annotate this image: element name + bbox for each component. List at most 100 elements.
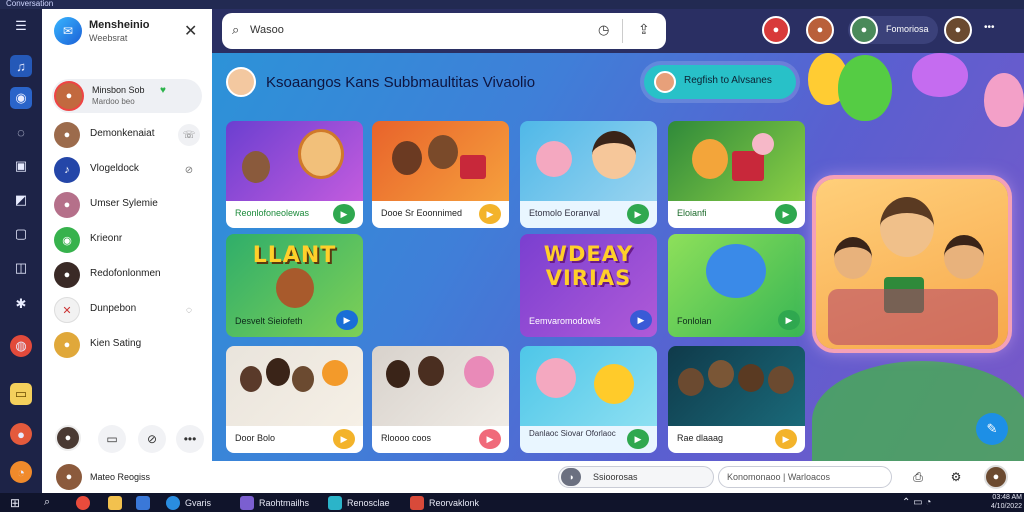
rocket-icon[interactable]: ● <box>10 423 32 445</box>
featured-video[interactable] <box>816 179 1008 349</box>
play-icon[interactable]: ▶ <box>479 204 501 224</box>
video-tile[interactable]: Reonlofoneolewas ▶ <box>226 121 363 228</box>
avatar: ● <box>54 262 80 288</box>
call-icon[interactable]: ☏ <box>178 124 200 146</box>
share-button[interactable]: ✎ <box>976 413 1008 445</box>
video-tile[interactable]: WDEAY VIRIAS Eemvaromodowls ▶ <box>520 234 657 337</box>
play-icon[interactable]: ▶ <box>333 429 355 449</box>
terminal-icon[interactable]: ◩ <box>10 189 32 211</box>
mic-icon[interactable]: ◑ <box>561 468 581 486</box>
video-tile[interactable]: Danlaoc Siovar Oforlaoc ▶ <box>520 346 657 453</box>
taskbar-app[interactable]: Renosclae <box>328 495 390 510</box>
contact-item[interactable]: ◉ Krieonr <box>54 226 204 254</box>
active-contact-name: Minsbon Sob <box>92 85 145 95</box>
avatar[interactable]: ● <box>944 16 972 44</box>
play-icon[interactable]: ▶ <box>627 429 649 449</box>
store-icon[interactable] <box>136 495 155 510</box>
taskbar-app[interactable]: Gvaris <box>166 495 211 510</box>
play-icon[interactable]: ▶ <box>630 310 652 330</box>
avatar[interactable]: ● <box>806 16 834 44</box>
play-icon[interactable]: ▶ <box>627 204 649 224</box>
app-icon-2[interactable]: ◉ <box>10 87 32 109</box>
tile-art <box>668 121 805 203</box>
person <box>418 356 444 386</box>
gear-icon[interactable]: ✱ <box>10 293 32 315</box>
register-button[interactable]: Regfish to Alvsanes <box>644 65 796 99</box>
contact-item[interactable]: ● Redofonlonmen <box>54 261 204 289</box>
close-icon[interactable]: ✕ <box>184 21 197 41</box>
menu-icon[interactable]: ☰ <box>10 15 32 37</box>
folder-icon[interactable]: ◫ <box>10 257 32 279</box>
taskbar-app-label: Renosclae <box>347 497 390 508</box>
taskbar-app[interactable]: Raohtmailhs <box>240 495 309 510</box>
active-contact[interactable]: ● Minsbon Sob Mardoo beo ♥ <box>52 79 202 113</box>
video-tile[interactable]: Door Bolo ▶ <box>226 346 363 453</box>
link-icon[interactable]: ⊘ <box>178 159 200 181</box>
circle-icon[interactable]: ◌ <box>10 121 32 143</box>
settings-icon[interactable]: ⚙ <box>946 467 966 487</box>
alert-icon[interactable]: ◔ <box>10 461 32 483</box>
print-icon[interactable]: ⎙ <box>908 467 928 487</box>
world-icon[interactable]: ◍ <box>10 335 32 357</box>
browser-icon[interactable] <box>76 495 95 510</box>
contacts-sidebar: ✉ Mensheinio Weebsrat ✕ ● Minsbon Sob Ma… <box>42 9 212 493</box>
tile-label: Reonlofoneolewas <box>235 208 310 218</box>
avatar[interactable]: ● <box>762 16 790 44</box>
emoji-character <box>594 364 634 404</box>
balloon-decoration <box>984 73 1024 127</box>
avatar[interactable]: ● <box>984 465 1008 489</box>
tile-art <box>372 121 509 203</box>
tray-icons[interactable]: ⌃ ▭ ◔ <box>902 495 931 510</box>
chat-icon[interactable]: ▣ <box>10 155 32 177</box>
video-tile[interactable]: Etomolo Eoranval ▶ <box>520 121 657 228</box>
video-tile[interactable]: Rae dlaaag ▶ <box>668 346 805 453</box>
contact-item[interactable]: ● Demonkenaiat ☏ <box>54 121 204 149</box>
tile-caption-bar: Reonlofoneolewas ▶ <box>226 201 363 228</box>
current-user[interactable]: ● Mateo Reogiss <box>54 463 204 491</box>
avatar <box>654 71 676 93</box>
video-tile[interactable]: Rloooo coos ▶ <box>372 346 509 453</box>
translate-field[interactable]: Konomonaoo | Warloacos <box>718 466 892 488</box>
taskbar-app[interactable]: Reorvaklonk <box>410 495 479 510</box>
contact-item[interactable]: ✕ Dunpebon ◌ <box>54 296 204 324</box>
more-button[interactable]: ••• <box>176 425 204 453</box>
tile-label: Desvelt Sieiofeth <box>235 316 303 326</box>
contact-item[interactable]: ♪ Vlogeldock ⊘ <box>54 156 204 184</box>
compose-field[interactable]: ◑ Ssioorosas <box>558 466 714 488</box>
search-icon[interactable]: ⌕ <box>44 495 50 510</box>
attach-button[interactable]: ⊘ <box>138 425 166 453</box>
note-icon[interactable]: ▭ <box>10 383 32 405</box>
tile-label: Eemvaromodowls <box>529 316 601 326</box>
play-icon[interactable]: ▶ <box>775 429 797 449</box>
play-icon[interactable]: ▶ <box>333 204 355 224</box>
window-titlebar: Conversation <box>0 0 1024 9</box>
box-icon[interactable]: ▢ <box>10 223 32 245</box>
child-character <box>834 237 872 279</box>
toy <box>322 360 348 386</box>
avatar[interactable]: ● <box>55 425 81 451</box>
contact-item[interactable]: ● Kien Sating <box>54 331 204 359</box>
play-icon[interactable]: ▶ <box>778 310 800 330</box>
search-box[interactable]: ⌕ Wasoo ◷ ⇪ <box>222 13 666 49</box>
video-tile[interactable]: LLANT Desvelt Sieiofeth ▶ <box>226 234 363 337</box>
share-icon[interactable]: ⇪ <box>638 21 650 38</box>
windows-start-icon[interactable]: ⊞ <box>10 495 20 510</box>
play-icon[interactable]: ▶ <box>775 204 797 224</box>
search-input[interactable]: Wasoo <box>250 24 284 36</box>
app-icon-1[interactable]: ♫ <box>10 55 32 77</box>
play-icon[interactable]: ▶ <box>336 310 358 330</box>
video-tile[interactable]: Dooe Sr Eoonnimed ▶ <box>372 121 509 228</box>
clock-date: 4/10/2022 <box>990 503 1022 510</box>
video-tile[interactable]: Fonlolan ▶ <box>668 234 805 337</box>
cartoon-character <box>392 141 422 175</box>
more-icon[interactable]: ••• <box>984 22 995 33</box>
clock-icon[interactable]: ◷ <box>598 22 609 38</box>
play-icon[interactable]: ▶ <box>479 429 501 449</box>
folder-button[interactable]: ▭ <box>98 425 126 453</box>
system-clock[interactable]: 03:48 AM 4/10/2022 <box>956 494 1022 512</box>
user-menu[interactable]: ● Fomoriosa <box>848 16 938 44</box>
comment-icon[interactable]: ◌ <box>178 299 200 321</box>
files-icon[interactable] <box>108 495 127 510</box>
contact-item[interactable]: ● Umser Sylemie <box>54 191 204 219</box>
video-tile[interactable]: Eloianfi ▶ <box>668 121 805 228</box>
